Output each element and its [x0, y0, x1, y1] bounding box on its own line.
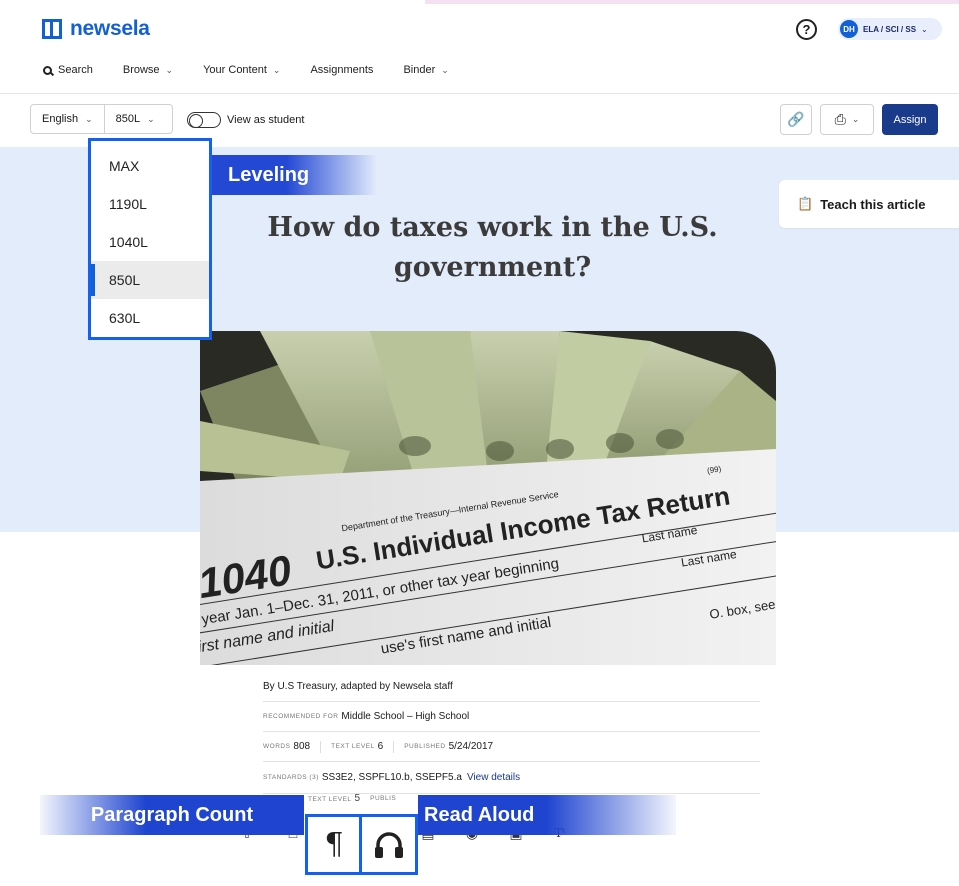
text-level-label-2: TEXT LEVEL — [308, 796, 352, 803]
byline: By U.S Treasury, adapted by Newsela staf… — [263, 681, 453, 692]
nav-search[interactable]: Search — [43, 64, 93, 76]
paragraph-count-button[interactable]: ¶ — [305, 814, 363, 875]
chevron-down-icon: ⌄ — [165, 64, 174, 75]
nav-assignments-label: Assignments — [310, 64, 374, 76]
chevron-down-icon: ⌄ — [147, 113, 155, 124]
recommended-value: Middle School – High School — [341, 711, 470, 722]
newsela-logo-icon — [42, 19, 62, 39]
view-as-student-label: View as student — [227, 114, 305, 126]
avatar: DH — [840, 20, 858, 38]
read-aloud-button[interactable] — [359, 814, 418, 875]
printer-icon: ⎙ — [834, 111, 846, 127]
chevron-down-icon: ⌄ — [921, 24, 928, 34]
article-title: How do taxes work in the U.S. government… — [267, 212, 718, 283]
view-as-student-toggle[interactable] — [187, 112, 221, 128]
byline-row: By U.S Treasury, adapted by Newsela staf… — [263, 672, 760, 702]
published-label-2: PUBLIS — [370, 795, 397, 802]
article-image: Department of the Treasury—Internal Reve… — [200, 331, 776, 665]
pilcrow-icon: ¶ — [324, 827, 344, 862]
divider — [320, 740, 322, 753]
level-option[interactable]: MAX — [91, 141, 209, 185]
text-level-value-2: 5 — [354, 793, 361, 804]
text-level-value: 6 — [377, 741, 384, 752]
level-select[interactable]: 850L ⌄ — [103, 105, 166, 133]
chevron-down-icon: ⌄ — [85, 113, 93, 124]
chevron-down-icon: ⌄ — [851, 114, 860, 124]
recommended-row: RECOMMENDED FOR Middle School – High Sch… — [263, 702, 760, 732]
nav-binder-label: Binder — [403, 64, 436, 76]
leveling-callout-label: Leveling — [228, 163, 310, 186]
published-label: PUBLISHED — [404, 743, 446, 750]
article-metadata: By U.S Treasury, adapted by Newsela staf… — [263, 672, 760, 794]
words-label: WORDS — [263, 743, 291, 750]
copy-link-button[interactable]: 🔗 — [780, 104, 812, 135]
lesson-plan-icon: 📋 — [797, 196, 814, 211]
recommended-label: RECOMMENDED FOR — [263, 713, 339, 720]
level-option[interactable]: 630L — [91, 299, 209, 337]
standards-row: STANDARDS (3) SS3E2, SSPFL10.b, SSEPF5.a… — [263, 762, 760, 794]
tax-form-photo: Department of the Treasury—Internal Reve… — [200, 331, 776, 665]
link-icon: 🔗 — [787, 111, 805, 127]
language-level-group: English ⌄ 850L ⌄ — [30, 104, 173, 134]
header: newsela ? DH ELA / SCI / SS ⌄ Search Bro… — [0, 0, 959, 94]
nav-browse-label: Browse — [122, 64, 160, 76]
teach-label: Teach this article — [820, 196, 926, 212]
divider — [393, 740, 395, 753]
chevron-down-icon: ⌄ — [272, 64, 281, 75]
nav-assignments[interactable]: Assignments — [310, 64, 373, 76]
nav-search-label: Search — [58, 64, 93, 76]
read-aloud-callout: Read Aloud — [418, 795, 676, 835]
paragraph-count-callout-label: Paragraph Count — [90, 803, 254, 826]
language-value: English — [42, 113, 79, 125]
assign-button[interactable]: Assign — [882, 104, 938, 135]
text-level-label: TEXT LEVEL — [331, 743, 375, 750]
user-subjects-label: ELA / SCI / SS — [863, 24, 917, 34]
level-dropdown: MAX 1190L 1040L 850L 630L — [88, 138, 212, 340]
standards-value: SS3E2, SSPFL10.b, SSEPF5.a — [321, 772, 462, 783]
secondary-stats-row: TEXT LEVEL 5 PUBLIS — [308, 793, 399, 804]
leveling-callout: Leveling — [212, 155, 377, 195]
level-value: 850L — [115, 113, 141, 125]
standards-label: STANDARDS (3) — [263, 774, 319, 781]
newsela-logo[interactable]: newsela — [42, 17, 150, 41]
view-details-link[interactable]: View details — [467, 772, 520, 783]
print-button[interactable]: ⎙ ⌄ — [820, 104, 874, 135]
paragraph-count-callout: Paragraph Count — [40, 795, 304, 835]
headphones-icon — [374, 831, 403, 858]
nav-browse[interactable]: Browse ⌄ — [123, 64, 173, 76]
logo-text: newsela — [70, 17, 150, 40]
words-value: 808 — [293, 741, 311, 752]
published-value: 5/24/2017 — [448, 741, 494, 752]
search-icon — [43, 65, 52, 75]
level-option-selected[interactable]: 850L — [91, 261, 209, 299]
teach-this-article-button[interactable]: 📋 Teach this article — [779, 180, 959, 228]
read-aloud-callout-label: Read Aloud — [424, 803, 535, 826]
level-option[interactable]: 1190L — [91, 185, 209, 223]
nav-your-content-label: Your Content — [203, 64, 267, 76]
nav-binder[interactable]: Binder ⌄ — [403, 64, 448, 76]
stats-row: WORDS 808 TEXT LEVEL 6 PUBLISHED 5/24/20… — [263, 732, 760, 762]
help-icon[interactable]: ? — [796, 19, 817, 40]
main-nav: Search Browse ⌄ Your Content ⌄ Assignmen… — [43, 64, 479, 76]
chevron-down-icon: ⌄ — [441, 64, 449, 75]
nav-your-content[interactable]: Your Content ⌄ — [203, 64, 280, 76]
user-menu[interactable]: DH ELA / SCI / SS ⌄ — [838, 18, 942, 40]
level-option[interactable]: 1040L — [91, 223, 209, 261]
language-select[interactable]: English ⌄ — [31, 105, 104, 133]
